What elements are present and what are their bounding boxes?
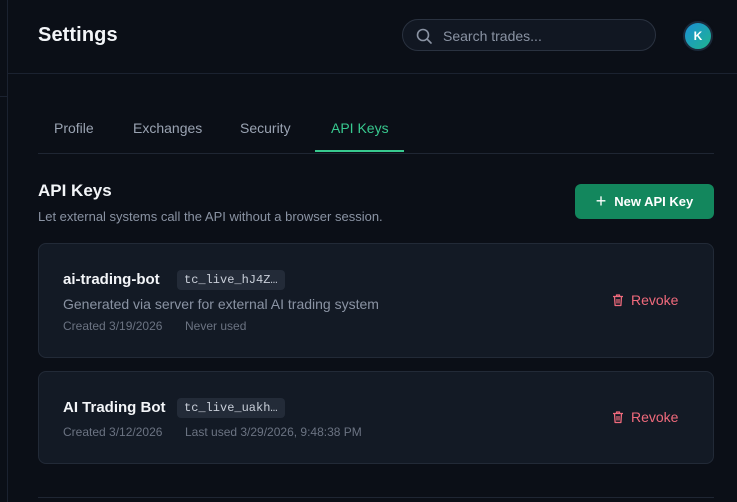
revoke-button[interactable]: Revoke — [611, 409, 678, 425]
page-title: Settings — [38, 24, 118, 46]
tab-api-keys[interactable]: API Keys — [331, 120, 389, 136]
trash-icon — [613, 294, 623, 307]
api-key-description: Generated via server for external AI tra… — [63, 296, 379, 312]
api-key-created: Created 3/19/2026 — [63, 319, 163, 333]
new-api-key-label: New API Key — [614, 194, 694, 209]
tab-profile[interactable]: Profile — [54, 120, 94, 136]
revoke-label: Revoke — [631, 292, 679, 308]
divider — [38, 497, 714, 498]
api-key-card: ai-trading-bot tc_live_hJ4Z… Generated v… — [38, 243, 714, 358]
new-api-key-button[interactable]: + New API Key — [575, 184, 714, 219]
settings-tabs: Profile Exchanges Security API Keys — [38, 104, 714, 154]
section-title: API Keys — [38, 181, 112, 200]
search-placeholder: Search trades... — [443, 28, 542, 44]
revoke-label: Revoke — [631, 409, 679, 425]
api-key-prefix: tc_live_hJ4Z… — [177, 270, 285, 290]
api-key-created: Created 3/12/2026 — [63, 425, 163, 439]
api-key-usage: Never used — [185, 319, 247, 333]
api-key-card: AI Trading Bot tc_live_uakh… Created 3/1… — [38, 371, 714, 464]
section-description: Let external systems call the API withou… — [38, 209, 383, 224]
plus-icon: + — [595, 190, 607, 211]
api-key-prefix: tc_live_uakh… — [177, 398, 285, 418]
api-key-name: AI Trading Bot — [63, 399, 166, 416]
rail-divider — [0, 96, 7, 97]
api-key-name: ai-trading-bot — [63, 271, 160, 288]
api-key-usage: Last used 3/29/2026, 9:48:38 PM — [185, 425, 362, 439]
revoke-button[interactable]: Revoke — [611, 292, 678, 308]
left-rail — [0, 0, 8, 502]
tab-exchanges[interactable]: Exchanges — [133, 120, 202, 136]
search-icon — [416, 28, 432, 44]
avatar[interactable]: K — [683, 21, 713, 51]
trash-icon — [613, 411, 623, 424]
top-header: Settings Search trades... K — [8, 0, 737, 74]
active-tab-indicator — [315, 150, 404, 152]
app: Settings Search trades... K Profile Exch… — [0, 0, 737, 502]
tab-security[interactable]: Security — [240, 120, 291, 136]
search-input[interactable]: Search trades... — [402, 19, 656, 51]
